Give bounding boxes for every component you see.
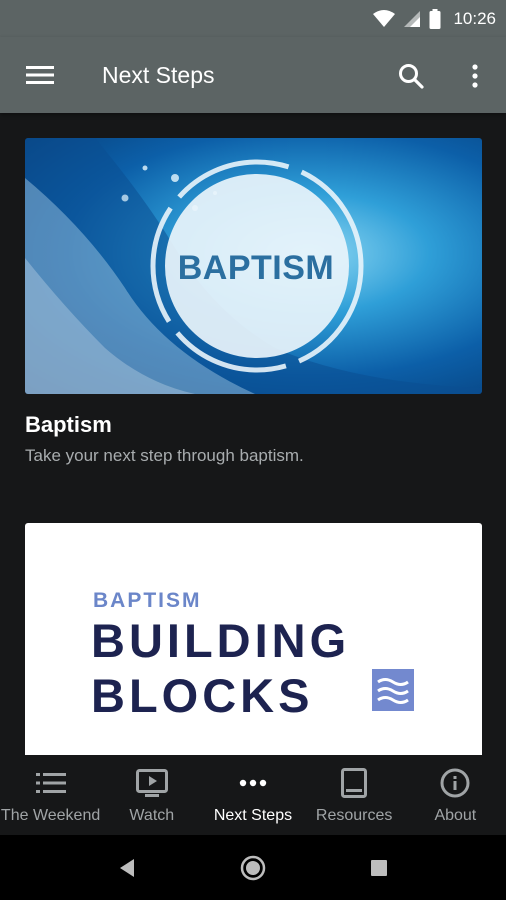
back-triangle-icon (120, 859, 134, 877)
page-title: Next Steps (102, 62, 215, 88)
video-play-icon (135, 767, 169, 799)
nav-item-about[interactable]: About (405, 755, 506, 835)
more-options-button[interactable] (460, 57, 490, 95)
nav-item-resources[interactable]: Resources (304, 755, 405, 835)
system-back-button[interactable] (106, 847, 148, 889)
search-button[interactable] (392, 57, 430, 95)
card-image-baptism: BAPTISM (25, 138, 482, 394)
more-vert-icon (472, 64, 478, 88)
nav-label: Watch (129, 807, 175, 824)
card-image-building-blocks: BAPTISM BUILDING BLOCKS (25, 523, 482, 755)
system-recents-button[interactable] (358, 847, 400, 889)
app-bar: Next Steps (0, 37, 506, 113)
logo-line-1: BUILDING (91, 614, 351, 667)
battery-icon (429, 8, 441, 29)
bottom-navigation: The Weekend Watch Next Steps Resources A… (0, 755, 506, 835)
nav-label: The Weekend (0, 807, 101, 824)
logo-kicker-text: BAPTISM (93, 589, 202, 612)
card-baptism[interactable]: BAPTISM Baptism Take your next step thro… (25, 138, 482, 466)
more-horiz-icon (236, 767, 270, 799)
info-icon (438, 767, 472, 799)
nav-label: About (434, 807, 477, 824)
system-home-button[interactable] (232, 847, 274, 889)
menu-button[interactable] (20, 59, 60, 91)
waves-logo-mark-icon (372, 669, 414, 711)
nav-label: Next Steps (213, 807, 293, 824)
logo-line-2: BLOCKS (91, 669, 314, 722)
card-title: Baptism (25, 412, 112, 437)
list-icon (34, 767, 68, 799)
status-icons: 10:26 (373, 0, 496, 37)
nav-label: Resources (315, 807, 393, 824)
cell-signal-icon (404, 10, 421, 27)
status-time: 10:26 (453, 8, 496, 28)
search-icon (399, 64, 424, 89)
nav-item-next-steps[interactable]: Next Steps (202, 755, 303, 835)
home-circle-icon (240, 855, 266, 881)
system-navigation-bar (0, 835, 506, 900)
wifi-icon (373, 9, 396, 27)
nav-item-the-weekend[interactable]: The Weekend (0, 755, 101, 835)
card-image-caption: BAPTISM (177, 249, 335, 287)
content-list: BAPTISM Baptism Take your next step thro… (0, 113, 506, 755)
card-subtitle: Take your next step through baptism. (25, 446, 304, 465)
book-icon (337, 767, 371, 799)
nav-item-watch[interactable]: Watch (101, 755, 202, 835)
hamburger-menu-icon (26, 66, 54, 84)
recents-square-icon (371, 860, 387, 876)
app-screen: 10:26 Next Steps BAPTISM Baptism Take yo… (0, 0, 506, 900)
card-building-blocks[interactable]: BAPTISM BUILDING BLOCKS (25, 523, 482, 755)
status-bar: 10:26 (0, 0, 506, 37)
